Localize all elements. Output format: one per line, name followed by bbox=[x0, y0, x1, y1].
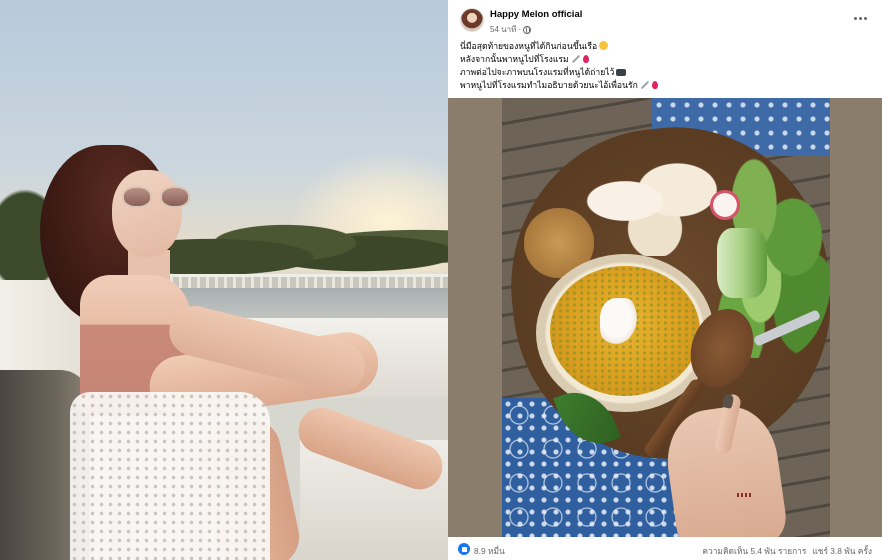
author-name[interactable]: Happy Melon official bbox=[490, 9, 582, 20]
caption-line-3: ภาพต่อไปจะภาพบนโรงแรมที่หนูได้ถ่ายไว้ bbox=[460, 66, 870, 79]
post-caption: นี่มือสุดท้ายของหนูที่ได้กินก่อนขึ้นเรือ… bbox=[460, 40, 870, 92]
share-count[interactable]: แชร์ 3.8 พัน ครั้ง bbox=[812, 544, 872, 558]
small-tattoo bbox=[737, 493, 753, 497]
post-image-frame[interactable] bbox=[448, 98, 882, 537]
syringe-emoji-icon bbox=[571, 54, 580, 64]
profile-avatar[interactable] bbox=[460, 8, 484, 32]
radish-slice bbox=[710, 190, 740, 220]
meta-separator: · bbox=[518, 25, 522, 34]
post-header: Happy Melon official 54 นาที · bbox=[448, 0, 882, 40]
globe-icon bbox=[523, 25, 532, 34]
lace-skirt bbox=[70, 392, 270, 560]
post-footer: 8.9 หมื่น ความคิดเห็น 5.4 พัน รายการ แชร… bbox=[448, 537, 882, 560]
like-icon[interactable] bbox=[458, 543, 470, 555]
syringe-emoji-icon bbox=[640, 80, 650, 90]
caption-line-2: หลังจากนั้นพาหนูไปที่โรงแรม bbox=[460, 53, 870, 66]
caption-line-4: พาหนูไปที่โรงแรมทำไมอธิบายด้วยนะไอ้เพื่อ… bbox=[460, 79, 870, 92]
engagement-stats: ความคิดเห็น 5.4 พัน รายการ แชร์ 3.8 พัน … bbox=[702, 544, 872, 558]
woman-face bbox=[112, 170, 182, 258]
comment-count[interactable]: ความคิดเห็น 5.4 พัน รายการ bbox=[702, 544, 806, 558]
more-options-icon bbox=[853, 16, 857, 20]
post-timestamp[interactable]: 54 นาที bbox=[490, 23, 516, 36]
reaction-count[interactable]: 8.9 หมื่น bbox=[474, 544, 505, 558]
smile-emoji-icon bbox=[599, 41, 609, 50]
caption-line-1: นี่มือสุดท้ายของหนูที่ได้กินก่อนขึ้นเรือ bbox=[460, 40, 870, 53]
cucumber bbox=[717, 228, 767, 298]
sunglasses bbox=[122, 186, 194, 208]
rice-noodles bbox=[580, 146, 730, 256]
blood-drop-emoji-icon bbox=[582, 55, 589, 63]
coconut-cream-garnish bbox=[600, 298, 640, 348]
blood-drop-emoji-icon bbox=[651, 81, 658, 89]
camera-emoji-icon bbox=[616, 69, 627, 76]
post-meta: 54 นาที · bbox=[490, 23, 532, 36]
facebook-post: Happy Melon official 54 นาที · นี่มือสุด… bbox=[448, 0, 882, 560]
more-options-button[interactable] bbox=[850, 10, 870, 26]
food-photo[interactable] bbox=[502, 98, 830, 537]
boat-photo bbox=[0, 0, 448, 560]
